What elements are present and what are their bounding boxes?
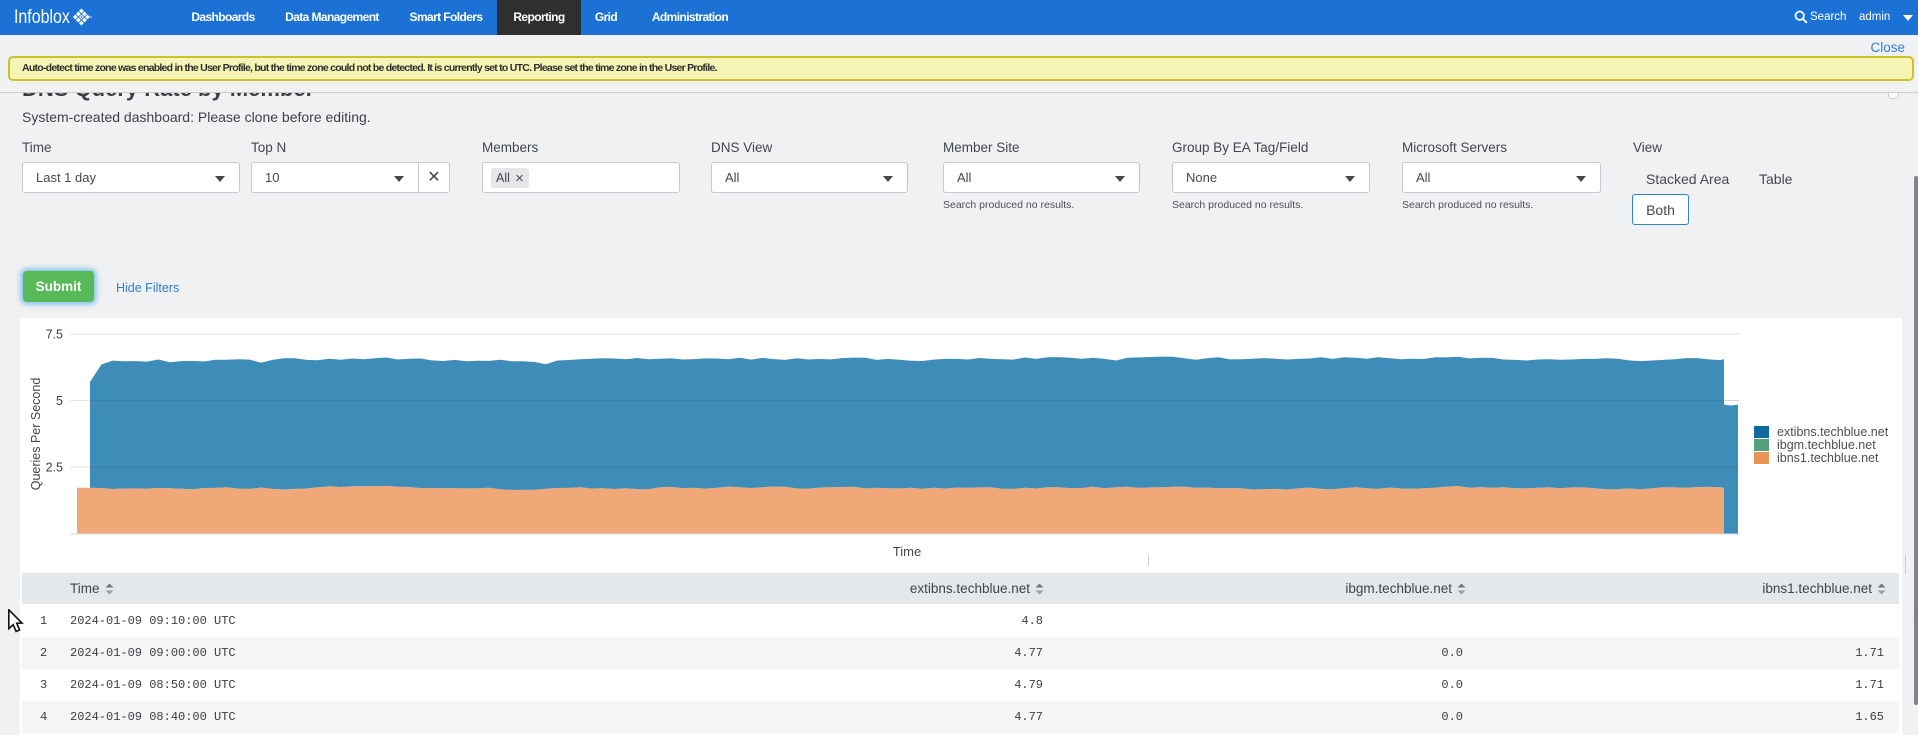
svg-text:2.5: 2.5 — [46, 461, 63, 475]
svg-text:ibgm.techblue.net: ibgm.techblue.net — [1777, 438, 1876, 452]
svg-text:extibns.techblue.net: extibns.techblue.net — [1777, 425, 1889, 439]
svg-text:Queries Per Second: Queries Per Second — [29, 378, 43, 491]
svg-text:7.5: 7.5 — [46, 328, 63, 342]
svg-text:ibns1.techblue.net: ibns1.techblue.net — [1777, 451, 1879, 465]
svg-text:5: 5 — [56, 394, 63, 408]
svg-text:Time: Time — [893, 544, 921, 559]
